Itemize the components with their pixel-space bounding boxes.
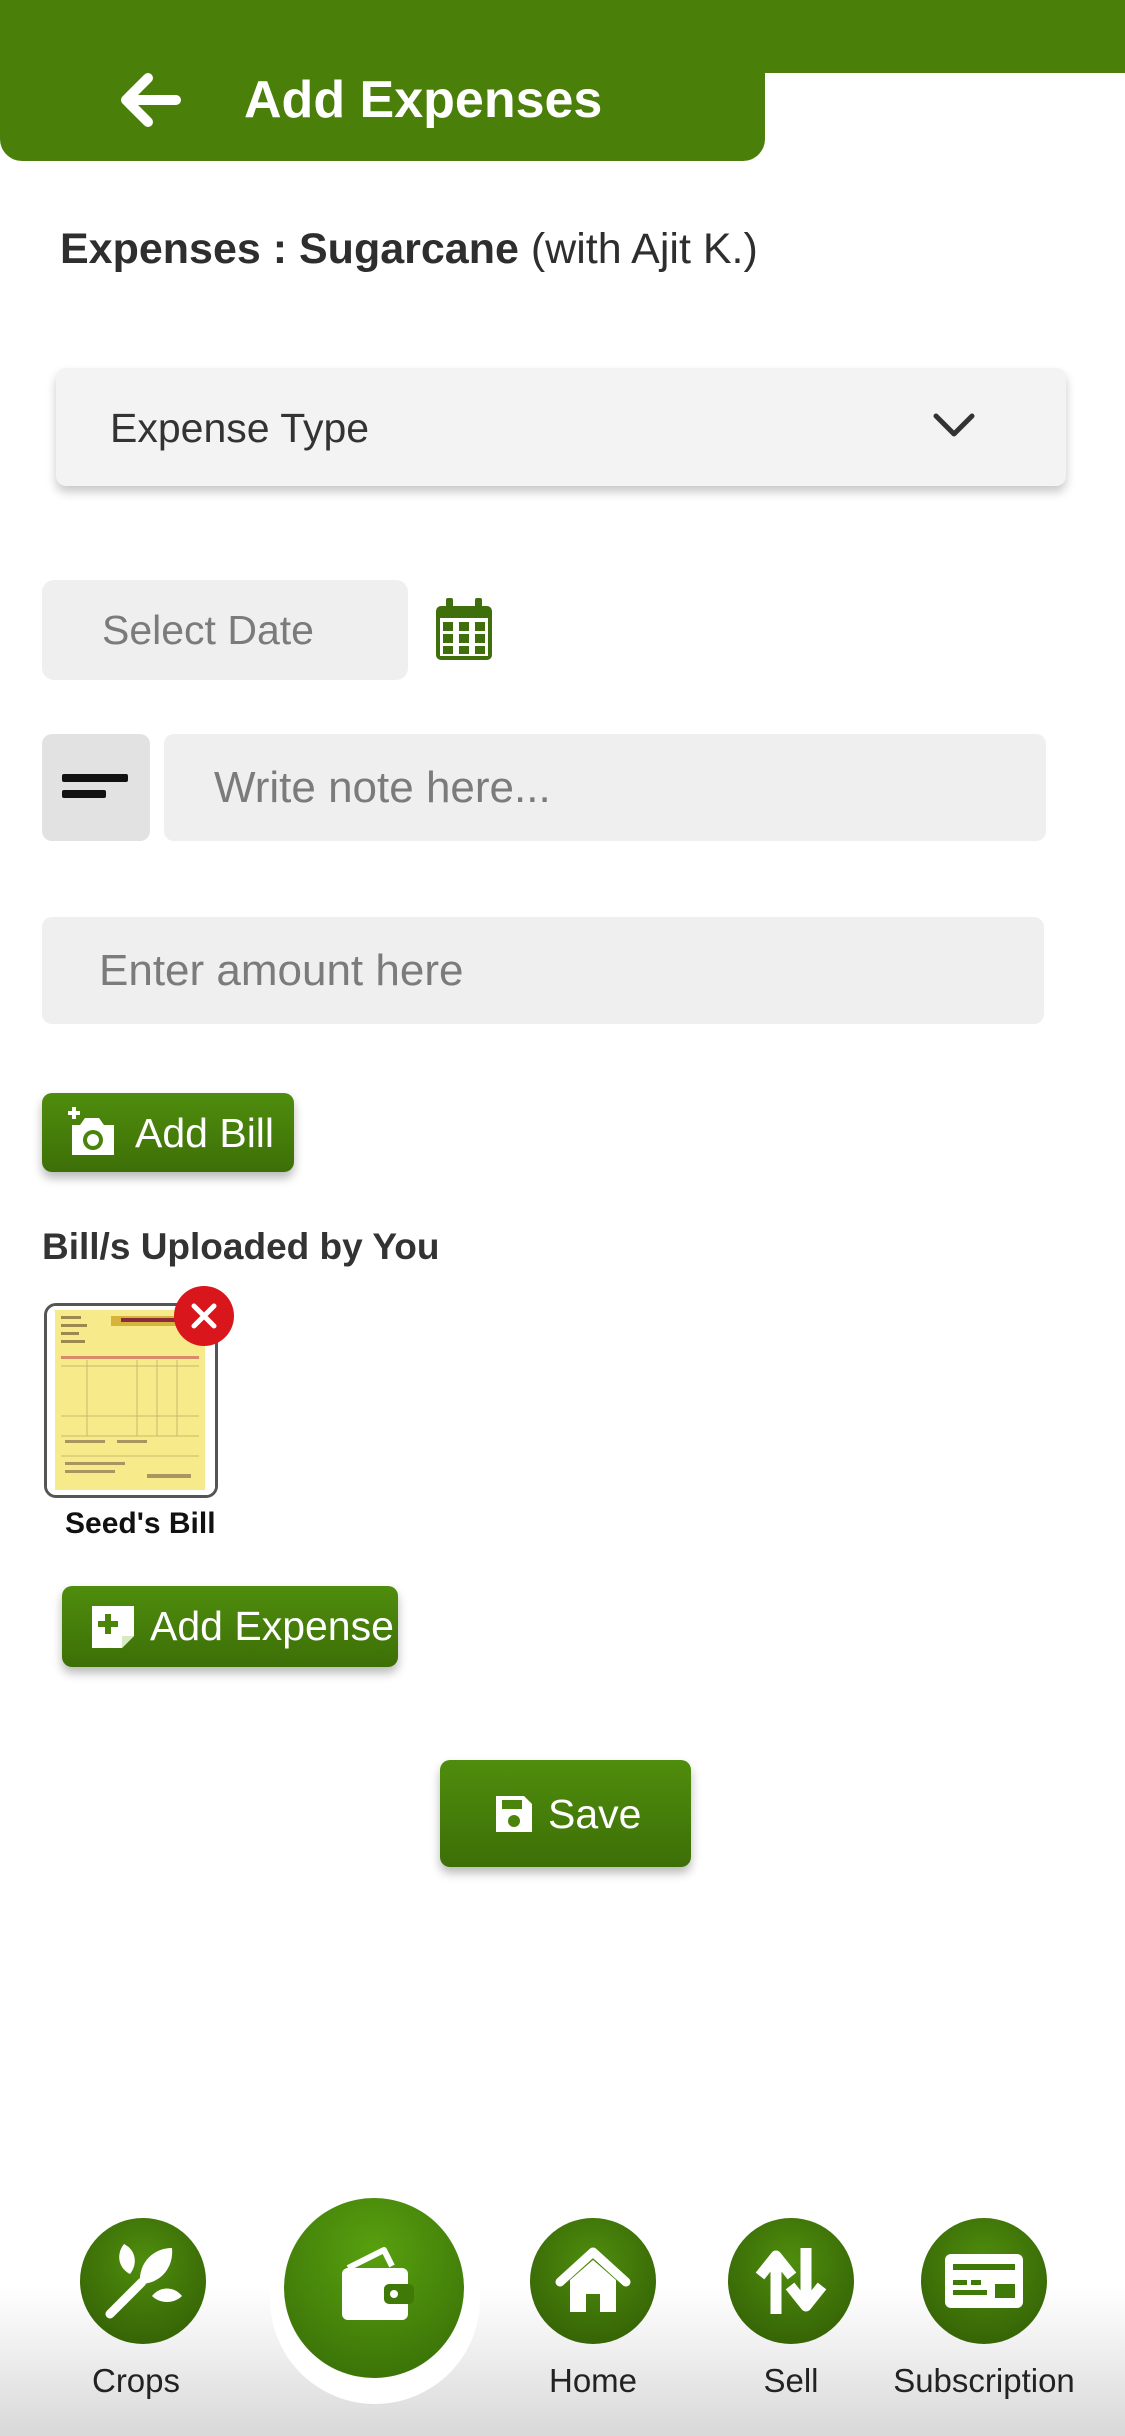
amount-input[interactable]: Enter amount here: [42, 917, 1044, 1024]
close-icon: [191, 1303, 217, 1329]
add-expense-label: Add Expense: [150, 1603, 394, 1649]
bill-caption: Seed's Bill: [65, 1507, 216, 1540]
add-bill-label: Add Bill: [135, 1110, 275, 1156]
date-placeholder: Select Date: [102, 607, 314, 653]
save-button[interactable]: Save: [440, 1760, 691, 1867]
crop-name: Sugarcane: [299, 225, 519, 273]
expense-subtitle: Expenses : Sugarcane (with Ajit K.): [60, 218, 758, 280]
add-expense-button[interactable]: Add Expense: [62, 1586, 398, 1667]
note-placeholder: Write note here...: [214, 763, 551, 812]
note-icon-box: [42, 734, 150, 841]
back-button[interactable]: [110, 60, 190, 140]
calendar-icon[interactable]: [432, 596, 496, 664]
nav-home-label: Home: [548, 2362, 638, 2399]
save-label: Save: [548, 1791, 642, 1837]
add-camera-icon: [68, 1107, 114, 1155]
nav-subscription-label: Subscription: [893, 2362, 1075, 2399]
amount-placeholder: Enter amount here: [99, 946, 464, 995]
nav-sell-button[interactable]: [728, 2218, 854, 2344]
text-align-icon: [62, 774, 128, 798]
nav-wallet-button[interactable]: [284, 2198, 464, 2378]
nav-crops-label: Crops: [91, 2362, 181, 2399]
arrow-left-icon: [121, 73, 181, 127]
nav-home-button[interactable]: [530, 2218, 656, 2344]
nav-crops-button[interactable]: [80, 2218, 206, 2344]
nav-subscription-button[interactable]: [921, 2218, 1047, 2344]
sort-arrows-icon: [755, 2248, 827, 2314]
expense-type-label: Expense Type: [110, 405, 370, 451]
note-input[interactable]: Write note here...: [164, 734, 1046, 841]
card-icon: [945, 2254, 1023, 2308]
floppy-disk-icon: [496, 1796, 532, 1832]
expense-type-dropdown[interactable]: Expense Type: [56, 368, 1066, 486]
bills-heading: Bill/s Uploaded by You: [42, 1226, 440, 1267]
nav-sell-label: Sell: [763, 2362, 819, 2399]
add-note-icon: [92, 1606, 134, 1648]
sprout-icon: [105, 2244, 182, 2319]
date-field[interactable]: Select Date: [42, 580, 408, 680]
wallet-icon: [342, 2247, 414, 2320]
subtitle-prefix: Expenses :: [60, 225, 299, 273]
chevron-down-icon: [933, 413, 975, 437]
remove-bill-button[interactable]: [174, 1286, 234, 1346]
page-title: Add Expenses: [244, 71, 603, 129]
partner-name: (with Ajit K.): [518, 225, 758, 273]
add-bill-button[interactable]: Add Bill: [42, 1093, 294, 1172]
home-icon: [555, 2247, 631, 2312]
